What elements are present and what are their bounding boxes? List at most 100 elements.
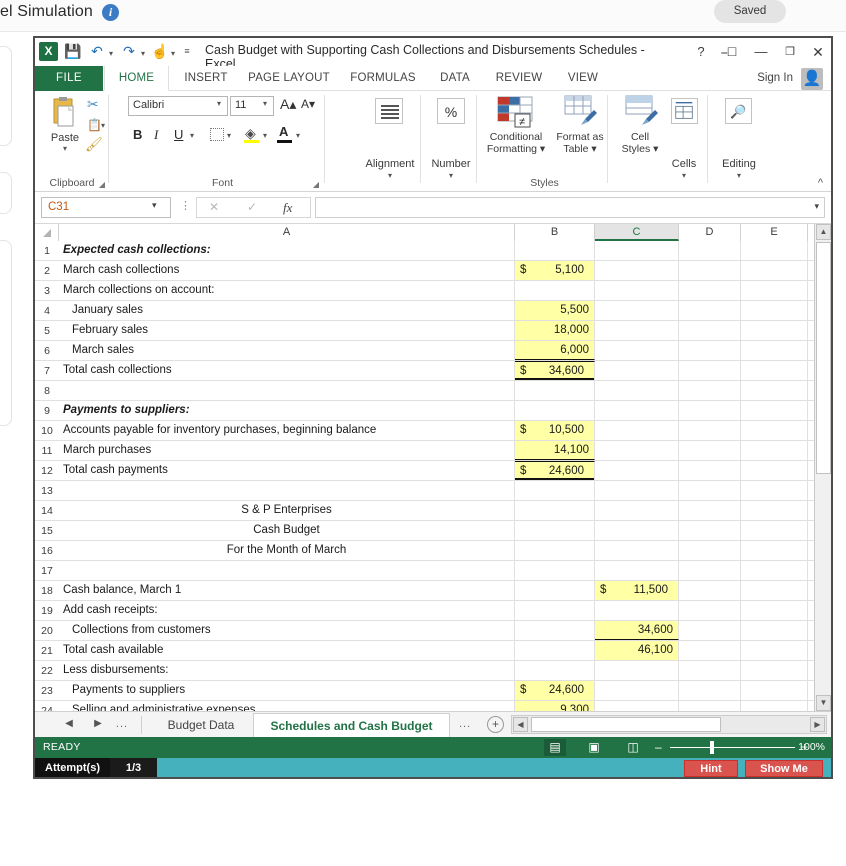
cell-D14[interactable] — [679, 501, 741, 520]
cell-D2[interactable] — [679, 261, 741, 280]
cell-D15[interactable] — [679, 521, 741, 540]
cell-D6[interactable] — [679, 341, 741, 360]
cell-C20[interactable]: 34,600 — [595, 621, 679, 640]
row-header-13[interactable]: 13 — [35, 481, 59, 501]
cell-D1[interactable] — [679, 241, 741, 260]
cell-E4[interactable] — [741, 301, 808, 320]
cell-C3[interactable] — [595, 281, 679, 300]
row-header-14[interactable]: 14 — [35, 501, 59, 521]
cell-C14[interactable] — [595, 501, 679, 520]
cell-C11[interactable] — [595, 441, 679, 460]
cell-B18[interactable] — [515, 581, 595, 600]
cell-B13[interactable] — [515, 481, 595, 500]
cell-D24[interactable] — [679, 701, 741, 711]
cells-dropdown-icon[interactable]: ▾ — [660, 171, 708, 180]
cell-A6[interactable]: March sales — [59, 341, 515, 360]
conditional-formatting-icon[interactable]: ≠ — [496, 95, 536, 129]
zoom-slider-track[interactable] — [670, 747, 795, 748]
cell-B14[interactable] — [515, 501, 595, 520]
cell-C1[interactable] — [595, 241, 679, 260]
font-color-icon[interactable]: A — [279, 124, 288, 139]
italic-button[interactable]: I — [154, 127, 158, 143]
page-layout-view-icon[interactable]: ▣ — [583, 739, 605, 756]
cell-D3[interactable] — [679, 281, 741, 300]
sheet-overflow-right-icon[interactable]: ... — [459, 718, 471, 730]
cell-D19[interactable] — [679, 601, 741, 620]
cell-D21[interactable] — [679, 641, 741, 660]
cell-A1[interactable]: Expected cash collections: — [59, 241, 515, 260]
font-name-input[interactable]: Calibri — [128, 96, 228, 116]
row-header-8[interactable]: 8 — [35, 381, 59, 401]
cell-A22[interactable]: Less disbursements: — [59, 661, 515, 680]
ribbon-display-options-icon[interactable]: ⎯☐ — [718, 42, 740, 62]
format-painter-icon[interactable]: 🖌 — [85, 136, 103, 153]
font-color-dropdown-icon[interactable]: ▾ — [296, 131, 300, 140]
binoculars-icon[interactable]: 🔎 — [725, 98, 752, 124]
editing-dropdown-icon[interactable]: ▾ — [711, 171, 767, 180]
cell-C15[interactable] — [595, 521, 679, 540]
cell-E9[interactable] — [741, 401, 808, 420]
cell-D17[interactable] — [679, 561, 741, 580]
alignment-label[interactable]: Alignment — [359, 158, 421, 170]
cell-A15[interactable]: Cash Budget — [59, 521, 515, 540]
cell-E8[interactable] — [741, 381, 808, 400]
cell-D13[interactable] — [679, 481, 741, 500]
add-sheet-button[interactable]: + — [487, 716, 504, 733]
cell-E11[interactable] — [741, 441, 808, 460]
tab-page-layout[interactable]: PAGE LAYOUT — [241, 66, 337, 91]
row-header-9[interactable]: 9 — [35, 401, 59, 421]
cell-D4[interactable] — [679, 301, 741, 320]
cell-B10[interactable]: $10,500 — [515, 421, 595, 440]
scroll-up-icon[interactable]: ▲ — [816, 224, 831, 240]
touch-mode-dropdown-icon[interactable]: ▾ — [169, 42, 177, 61]
cell-C16[interactable] — [595, 541, 679, 560]
cell-D22[interactable] — [679, 661, 741, 680]
formula-input[interactable] — [315, 197, 825, 218]
name-box-dropdown-icon[interactable]: ▾ — [152, 200, 157, 211]
cell-C22[interactable] — [595, 661, 679, 680]
sheet-overflow-left-icon[interactable]: ... — [115, 718, 129, 730]
cell-B4[interactable]: 5,500 — [515, 301, 595, 320]
page-break-view-icon[interactable]: ◫ — [622, 739, 644, 756]
cell-B22[interactable] — [515, 661, 595, 680]
scroll-right-icon[interactable]: ▶ — [810, 717, 825, 732]
cell-B23[interactable]: $24,600 — [515, 681, 595, 700]
row-header-3[interactable]: 3 — [35, 281, 59, 301]
cell-styles-icon[interactable] — [624, 95, 660, 127]
cell-D16[interactable] — [679, 541, 741, 560]
cell-E14[interactable] — [741, 501, 808, 520]
redo-icon[interactable]: ↷ — [119, 42, 139, 61]
scroll-left-icon[interactable]: ◀ — [513, 717, 528, 732]
tab-home[interactable]: HOME — [104, 66, 169, 91]
borders-icon[interactable] — [210, 128, 224, 141]
cell-D8[interactable] — [679, 381, 741, 400]
select-all-button[interactable] — [35, 224, 59, 241]
row-header-15[interactable]: 15 — [35, 521, 59, 541]
normal-view-icon[interactable]: ▤ — [544, 739, 566, 756]
cell-E18[interactable] — [741, 581, 808, 600]
show-me-button[interactable]: Show Me — [745, 760, 823, 777]
cell-B24[interactable]: 9,300 — [515, 701, 595, 711]
cell-B7[interactable]: $34,600 — [515, 361, 595, 380]
next-sheet-icon[interactable]: ▶ — [91, 718, 105, 729]
row-header-5[interactable]: 5 — [35, 321, 59, 341]
cell-A9[interactable]: Payments to suppliers: — [59, 401, 515, 420]
cell-A11[interactable]: March purchases — [59, 441, 515, 460]
cell-A23[interactable]: Payments to suppliers — [59, 681, 515, 700]
borders-dropdown-icon[interactable]: ▾ — [227, 131, 231, 140]
cell-C12[interactable] — [595, 461, 679, 480]
cut-icon[interactable]: ✂ — [87, 96, 99, 113]
redo-dropdown-icon[interactable]: ▾ — [139, 42, 147, 61]
paste-icon[interactable] — [49, 97, 79, 129]
row-header-7[interactable]: 7 — [35, 361, 59, 381]
cell-C8[interactable] — [595, 381, 679, 400]
cell-E23[interactable] — [741, 681, 808, 700]
cell-B11[interactable]: 14,100 — [515, 441, 595, 460]
cell-B20[interactable] — [515, 621, 595, 640]
cell-A19[interactable]: Add cash receipts: — [59, 601, 515, 620]
cell-E12[interactable] — [741, 461, 808, 480]
underline-button[interactable]: U — [174, 127, 183, 142]
font-name-dropdown-icon[interactable]: ▾ — [217, 99, 221, 108]
zoom-out-button[interactable]: – — [655, 740, 662, 754]
row-header-12[interactable]: 12 — [35, 461, 59, 481]
